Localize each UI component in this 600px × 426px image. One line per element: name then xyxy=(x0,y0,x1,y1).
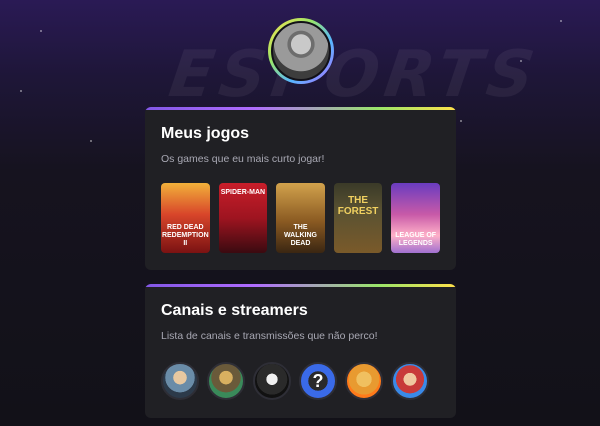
streamers-subtitle: Lista de canais e transmissões que não p… xyxy=(161,330,378,342)
game-cover-lol[interactable]: LEAGUE OF LEGENDS xyxy=(391,183,440,253)
question-mark-icon: ? xyxy=(312,370,324,391)
games-card: Meus jogos Os games que eu mais curto jo… xyxy=(145,107,456,270)
game-cover-text: SPIDER-MAN xyxy=(220,189,266,196)
game-cover-rdr2[interactable]: RED DEAD REDEMPTION II xyxy=(161,183,210,253)
game-cover-text: RED DEAD REDEMPTION II xyxy=(161,224,209,247)
esports-watermark: ESPORTS xyxy=(164,38,545,112)
streamer-avatar-1[interactable] xyxy=(161,362,199,400)
avatar xyxy=(271,21,331,81)
streamers-card: Canais e streamers Lista de canais e tra… xyxy=(145,284,456,418)
streamer-avatar-5[interactable] xyxy=(345,362,383,400)
game-cover-spiderman[interactable]: SPIDER-MAN xyxy=(218,183,268,253)
game-cover-text: THE WALKING DEAD xyxy=(283,224,318,247)
streamer-avatar-6[interactable] xyxy=(391,362,429,400)
game-cover-text: LEAGUE OF LEGENDS xyxy=(395,232,437,247)
game-cover-text: THE FOREST xyxy=(337,195,379,217)
streamer-avatar-2[interactable] xyxy=(207,362,245,400)
profile-avatar[interactable] xyxy=(268,18,334,84)
game-cover-walking-dead[interactable]: THE WALKING DEAD xyxy=(276,183,325,253)
games-subtitle: Os games que eu mais curto jogar! xyxy=(161,153,325,165)
streamers-title: Canais e streamers xyxy=(161,302,308,319)
streamer-avatar-3[interactable] xyxy=(253,362,291,400)
game-cover-the-forest[interactable]: THE FOREST xyxy=(333,183,383,253)
games-title: Meus jogos xyxy=(161,125,250,142)
streamers-list: ? xyxy=(161,362,440,400)
games-list: RED DEAD REDEMPTION II SPIDER-MAN THE WA… xyxy=(161,183,440,253)
streamer-avatar-4[interactable]: ? xyxy=(299,362,337,400)
